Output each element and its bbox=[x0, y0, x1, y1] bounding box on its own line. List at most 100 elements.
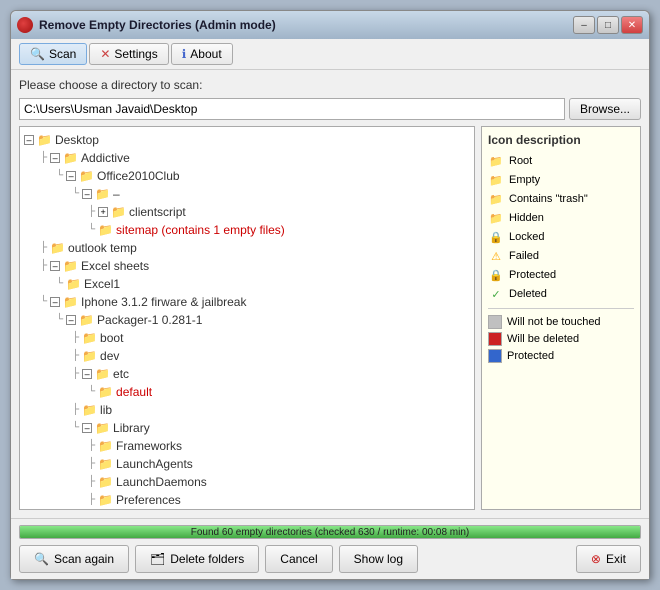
folder-icon: 📁 bbox=[63, 257, 78, 275]
scan-again-icon: 🔍 bbox=[34, 552, 49, 566]
expand-icon[interactable]: – bbox=[24, 135, 34, 145]
legend-row-untouched: Will not be touched bbox=[488, 315, 634, 329]
expand-icon[interactable]: – bbox=[50, 153, 60, 163]
show-log-button[interactable]: Show log bbox=[339, 545, 418, 573]
legend-blue bbox=[488, 349, 502, 363]
icon-row-protected: 🔒 Protected bbox=[488, 267, 634, 283]
path-input[interactable] bbox=[19, 98, 565, 120]
expand-icon[interactable]: + bbox=[98, 207, 108, 217]
folder-icon: 📁 bbox=[37, 131, 52, 149]
folder-icon: 📁 bbox=[98, 473, 113, 491]
tree-node: └ 📁 Excel1 bbox=[56, 275, 470, 293]
expand-icon[interactable]: – bbox=[82, 189, 92, 199]
folder-icon: 📁 bbox=[95, 365, 110, 383]
empty-icon: 📁 bbox=[488, 172, 504, 188]
tree-node: └ – 📁 Iphone 3.1.2 firware & jailbreak └ bbox=[40, 293, 470, 510]
node-label: Ringtones bbox=[116, 509, 170, 510]
folder-icon: 📁 bbox=[98, 491, 113, 509]
legend-gray bbox=[488, 315, 502, 329]
tree-node: └ 📁 Ringtones bbox=[88, 509, 470, 510]
icon-panel: Icon description 📁 Root 📁 Empty 📁 Contai… bbox=[481, 126, 641, 510]
settings-tab[interactable]: ✕ Settings bbox=[89, 43, 168, 65]
trash-icon: 📁 bbox=[488, 191, 504, 207]
icon-row-failed: ⚠ Failed bbox=[488, 248, 634, 264]
node-label: Excel sheets bbox=[81, 257, 149, 275]
tree-node: ├ 📁 outlook temp bbox=[40, 239, 470, 257]
progress-bar: Found 60 empty directories (checked 630 … bbox=[19, 525, 641, 539]
failed-icon: ⚠ bbox=[488, 248, 504, 264]
folder-icon: 📁 bbox=[95, 185, 110, 203]
node-label: Library bbox=[113, 419, 150, 437]
root-label: Root bbox=[509, 155, 532, 167]
icon-row-locked: 🔒 Locked bbox=[488, 229, 634, 245]
browse-button[interactable]: Browse... bbox=[569, 98, 641, 120]
folder-icon: 📁 bbox=[98, 383, 113, 401]
directory-label: Please choose a directory to scan: bbox=[19, 78, 641, 92]
empty-label: Empty bbox=[509, 174, 540, 186]
toolbar: 🔍 Scan ✕ Settings ℹ About bbox=[11, 39, 649, 70]
node-label: Frameworks bbox=[116, 437, 182, 455]
icon-row-root: 📁 Root bbox=[488, 153, 634, 169]
folder-icon: 📁 bbox=[82, 329, 97, 347]
folder-icon: 📁 bbox=[50, 239, 65, 257]
scan-icon: 🔍 bbox=[30, 47, 45, 61]
node-label: etc bbox=[113, 365, 129, 383]
protected-label: Protected bbox=[509, 269, 556, 281]
minimize-button[interactable]: – bbox=[573, 16, 595, 34]
cancel-button[interactable]: Cancel bbox=[265, 545, 332, 573]
root-icon: 📁 bbox=[488, 153, 504, 169]
legend-protected-label: Protected bbox=[507, 350, 554, 362]
titlebar: Remove Empty Directories (Admin mode) – … bbox=[11, 11, 649, 39]
tree-node: └ 📁 default bbox=[88, 383, 470, 401]
close-button[interactable]: ✕ bbox=[621, 16, 643, 34]
folder-icon: 📁 bbox=[98, 455, 113, 473]
exit-button[interactable]: ⊗ Exit bbox=[576, 545, 641, 573]
expand-icon[interactable]: – bbox=[66, 171, 76, 181]
icon-row-trash: 📁 Contains "trash" bbox=[488, 191, 634, 207]
delete-folders-button[interactable]: 🗂 Delete folders bbox=[135, 545, 259, 573]
legend-untouched-label: Will not be touched bbox=[507, 316, 601, 328]
node-label: Excel1 bbox=[84, 275, 120, 293]
tree-node: ├ – 📁 Excel sheets └ 📁 E bbox=[40, 257, 470, 293]
node-label: Office2010Club bbox=[97, 167, 180, 185]
about-tab[interactable]: ℹ About bbox=[171, 43, 233, 65]
scan-again-button[interactable]: 🔍 Scan again bbox=[19, 545, 129, 573]
deleted-label: Deleted bbox=[509, 288, 547, 300]
tree-node: ├ – 📁 etc bbox=[72, 365, 470, 401]
bottom-bar: Found 60 empty directories (checked 630 … bbox=[11, 518, 649, 579]
folder-icon: 📁 bbox=[95, 419, 110, 437]
delete-folders-icon: 🗂 bbox=[150, 552, 165, 566]
path-row: Browse... bbox=[19, 98, 641, 120]
app-icon bbox=[17, 17, 33, 33]
tree-node: ├ 📁 LaunchDaemons bbox=[88, 473, 470, 491]
expand-icon[interactable]: – bbox=[82, 423, 92, 433]
tree-node: ├ + 📁 clientscript bbox=[88, 203, 470, 221]
tree-node: ├ 📁 Frameworks bbox=[88, 437, 470, 455]
expand-icon[interactable]: – bbox=[66, 315, 76, 325]
locked-icon: 🔒 bbox=[488, 229, 504, 245]
hidden-label: Hidden bbox=[509, 212, 544, 224]
node-label: default bbox=[116, 383, 152, 401]
icon-row-deleted: ✓ Deleted bbox=[488, 286, 634, 302]
node-label: boot bbox=[100, 329, 123, 347]
tree-node: ├ 📁 boot bbox=[72, 329, 470, 347]
scan-tab[interactable]: 🔍 Scan bbox=[19, 43, 87, 65]
node-label: clientscript bbox=[129, 203, 186, 221]
main-area: – 📁 Desktop ├ – 📁 Addictive bbox=[19, 126, 641, 510]
tree-node: └ – 📁 Library bbox=[72, 419, 470, 510]
expand-icon[interactable]: – bbox=[50, 297, 60, 307]
maximize-button[interactable]: □ bbox=[597, 16, 619, 34]
node-label: LaunchAgents bbox=[116, 455, 193, 473]
expand-icon[interactable]: – bbox=[82, 369, 92, 379]
titlebar-buttons: – □ ✕ bbox=[573, 16, 643, 34]
tree-panel[interactable]: – 📁 Desktop ├ – 📁 Addictive bbox=[19, 126, 475, 510]
icon-row-empty: 📁 Empty bbox=[488, 172, 634, 188]
failed-label: Failed bbox=[509, 250, 539, 262]
tree-node: ├ 📁 dev bbox=[72, 347, 470, 365]
legend-deleted-label: Will be deleted bbox=[507, 333, 579, 345]
folder-icon: 📁 bbox=[66, 275, 81, 293]
locked-label: Locked bbox=[509, 231, 544, 243]
folder-icon: 📁 bbox=[98, 437, 113, 455]
expand-icon[interactable]: – bbox=[50, 261, 60, 271]
tree-node: └ – 📁 Packager-1 0.281-1 ├ bbox=[56, 311, 470, 510]
